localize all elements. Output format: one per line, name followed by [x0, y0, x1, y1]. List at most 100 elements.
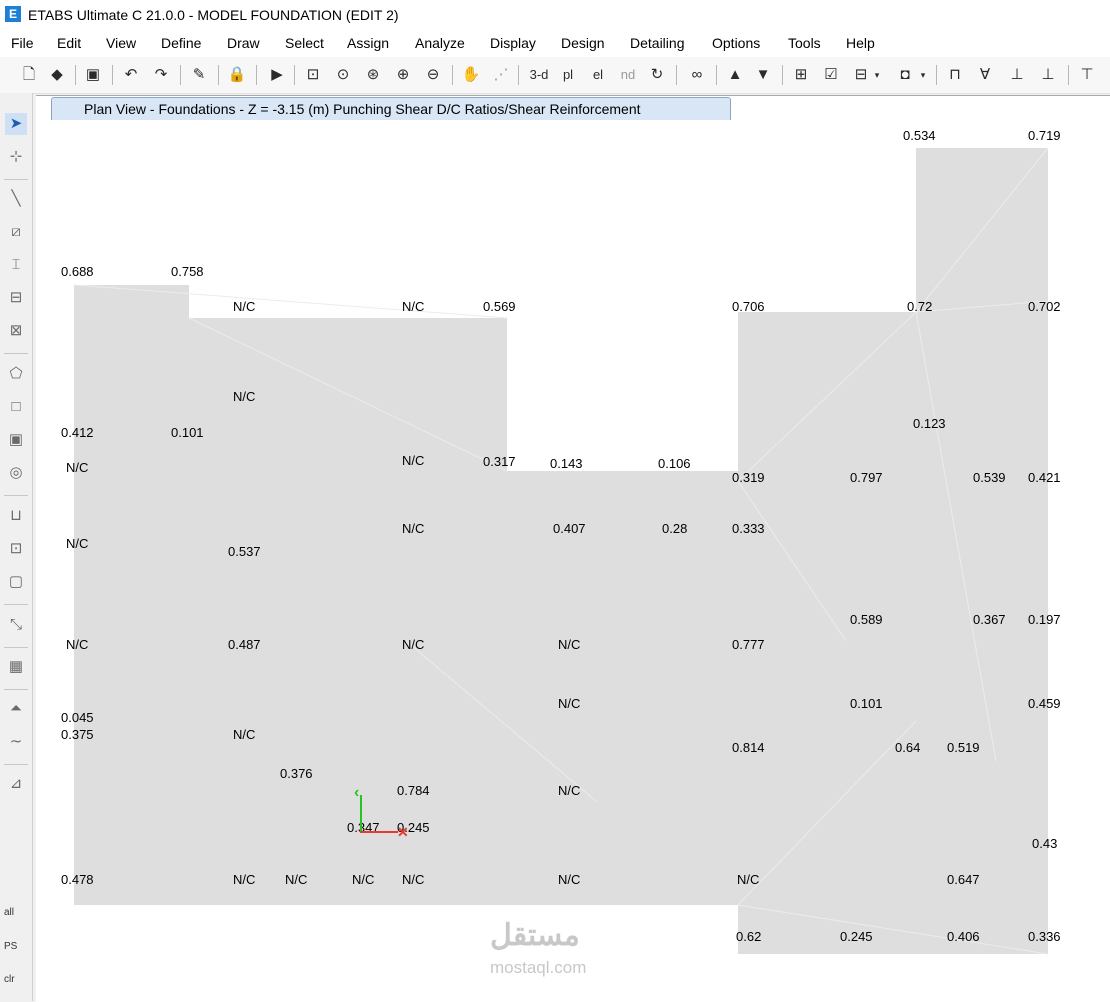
draw-tendon-icon[interactable]: ⏶ [5, 698, 27, 720]
perspective-glasses-icon[interactable]: ∞ [684, 64, 710, 86]
zoom-out-icon[interactable]: ⊖ [422, 64, 444, 86]
shell-forces-icon[interactable]: ⊥ [1034, 64, 1062, 86]
menu-file[interactable]: File [11, 35, 34, 51]
select-previous-button[interactable]: PS [4, 941, 17, 952]
draw-link-icon[interactable]: ⤡ [5, 614, 27, 636]
dc-ratio-label: 0.245 [840, 929, 873, 944]
frame-icon[interactable]: ⊓ [944, 64, 966, 86]
dc-ratio-label: 0.784 [397, 783, 430, 798]
redo-icon[interactable]: ↷ [150, 64, 172, 86]
chevron-down-icon[interactable]: ▾ [918, 64, 928, 86]
draw-dimension-icon[interactable]: ⊿ [5, 773, 27, 795]
zoom-window-icon[interactable]: ⊡ [302, 64, 324, 86]
dc-ratio-label: N/C [233, 872, 256, 887]
toolbar-divider [256, 65, 257, 85]
undo-icon[interactable]: ↶ [120, 64, 142, 86]
draw-toolbar: ➤ ⊹ ╲ ⧄ ⌶ ⊟ ⊠ ⬠ □ ▣ ◎ ⊔ ⊡ ▢ ⤡ ▦ ⏶ ∼ ⊿ al… [0, 93, 33, 1001]
dc-ratio-label: N/C [402, 872, 425, 887]
dc-ratio-label: 0.406 [947, 929, 980, 944]
draw-cross-brace-icon[interactable]: ⊠ [5, 320, 27, 342]
draw-wall-stack-icon[interactable]: ⊡ [5, 538, 27, 560]
run-analysis-icon[interactable]: ▶ [266, 64, 288, 86]
menu-detailing[interactable]: Detailing [630, 35, 684, 51]
menu-edit[interactable]: Edit [57, 35, 81, 51]
dc-ratio-label: N/C [233, 299, 256, 314]
pan-icon[interactable]: ✋ [460, 64, 482, 86]
draw-rectangle-icon[interactable]: □ [5, 396, 27, 418]
set-display-options-icon[interactable]: ☑ [820, 64, 842, 86]
draw-beam-icon[interactable]: ⊟ [5, 287, 27, 309]
dc-ratio-label: 0.706 [732, 299, 765, 314]
draw-grid-icon[interactable]: ▦ [5, 656, 27, 678]
object-shrink-icon[interactable]: ⊞ [790, 64, 812, 86]
draw-polygon-icon[interactable]: ⬠ [5, 363, 27, 385]
menu-analyze[interactable]: Analyze [415, 35, 465, 51]
menu-select[interactable]: Select [285, 35, 324, 51]
deformed-shape-icon[interactable]: ∀ [974, 64, 996, 86]
dc-ratio-label: N/C [558, 872, 581, 887]
x-axis-indicator [360, 831, 398, 833]
draw-wall-icon[interactable]: ⊔ [5, 505, 27, 527]
3d-view-button[interactable]: 3-d [526, 64, 552, 86]
menu-view[interactable]: View [106, 35, 136, 51]
toolbar-divider [294, 65, 295, 85]
toolbar-divider [4, 647, 28, 648]
dc-ratio-label: N/C [558, 783, 581, 798]
toolbar-divider [4, 689, 28, 690]
clear-selection-button[interactable]: clr [4, 974, 15, 985]
lock-icon[interactable]: 🔒 [226, 64, 248, 86]
assign-display-icon[interactable]: ⊟ [850, 64, 872, 86]
new-file-icon[interactable]: 🗋 [18, 64, 40, 86]
dc-ratio-label: 0.459 [1028, 696, 1061, 711]
nd-view-button[interactable]: nd [616, 64, 640, 86]
rubber-band-icon[interactable]: ⋰ [490, 64, 512, 86]
draw-column-icon[interactable]: ⌶ [5, 254, 27, 276]
menu-assign[interactable]: Assign [347, 35, 389, 51]
zoom-full-icon[interactable]: ⊙ [332, 64, 354, 86]
select-all-button[interactable]: all [4, 907, 14, 918]
elevation-view-button[interactable]: el [586, 64, 610, 86]
y-axis-arrow-icon: ‹ [354, 784, 360, 801]
zoom-in-icon[interactable]: ⊕ [392, 64, 414, 86]
zoom-previous-icon[interactable]: ⊛ [362, 64, 384, 86]
menu-help[interactable]: Help [846, 35, 875, 51]
chevron-down-icon[interactable]: ▾ [872, 64, 882, 86]
dc-ratio-label: 0.519 [947, 740, 980, 755]
draw-line-icon[interactable]: ╲ [5, 188, 27, 210]
open-file-icon[interactable]: ◆ [46, 64, 68, 86]
menu-draw[interactable]: Draw [227, 35, 260, 51]
toolbar-divider [4, 604, 28, 605]
dc-ratio-label: 0.197 [1028, 612, 1061, 627]
draw-brace-icon[interactable]: ⧄ [5, 221, 27, 243]
menu-design[interactable]: Design [561, 35, 605, 51]
save-icon[interactable]: ▣ [82, 64, 104, 86]
menu-tools[interactable]: Tools [788, 35, 821, 51]
dc-ratio-label: 0.702 [1028, 299, 1061, 314]
rotate-3d-icon[interactable]: ↻ [646, 64, 668, 86]
dc-ratio-label: 0.336 [1028, 929, 1061, 944]
menu-display[interactable]: Display [490, 35, 536, 51]
toolbar-divider [936, 65, 937, 85]
menu-define[interactable]: Define [161, 35, 201, 51]
draw-opening-icon[interactable]: ▢ [5, 571, 27, 593]
dc-ratio-label: 0.64 [895, 740, 921, 755]
pencil-icon[interactable]: ✎ [188, 64, 210, 86]
pointer-icon[interactable]: ➤ [5, 113, 27, 135]
plan-canvas[interactable] [36, 121, 1110, 1001]
draw-floor-icon[interactable]: ▣ [5, 429, 27, 451]
draw-curve-icon[interactable]: ∼ [5, 731, 27, 753]
dc-ratio-label: N/C [402, 453, 425, 468]
menu-options[interactable]: Options [712, 35, 760, 51]
move-down-icon[interactable]: ▼ [752, 64, 774, 86]
dc-ratio-label: 0.62 [736, 929, 762, 944]
toolbar-divider [782, 65, 783, 85]
move-up-icon[interactable]: ▲ [724, 64, 746, 86]
force-diagram-icon[interactable]: ⊥ [1004, 64, 1030, 86]
draw-circle-icon[interactable]: ◎ [5, 462, 27, 484]
toolbar-divider [676, 65, 677, 85]
shaded-view-icon[interactable]: ◘ [894, 64, 916, 86]
joint-reactions-icon[interactable]: ⊤ [1074, 64, 1100, 86]
plan-view-button[interactable]: pl [556, 64, 580, 86]
draw-joint-icon[interactable]: ⊹ [5, 146, 27, 168]
view-tab[interactable]: Plan View - Foundations - Z = -3.15 (m) … [51, 97, 731, 120]
